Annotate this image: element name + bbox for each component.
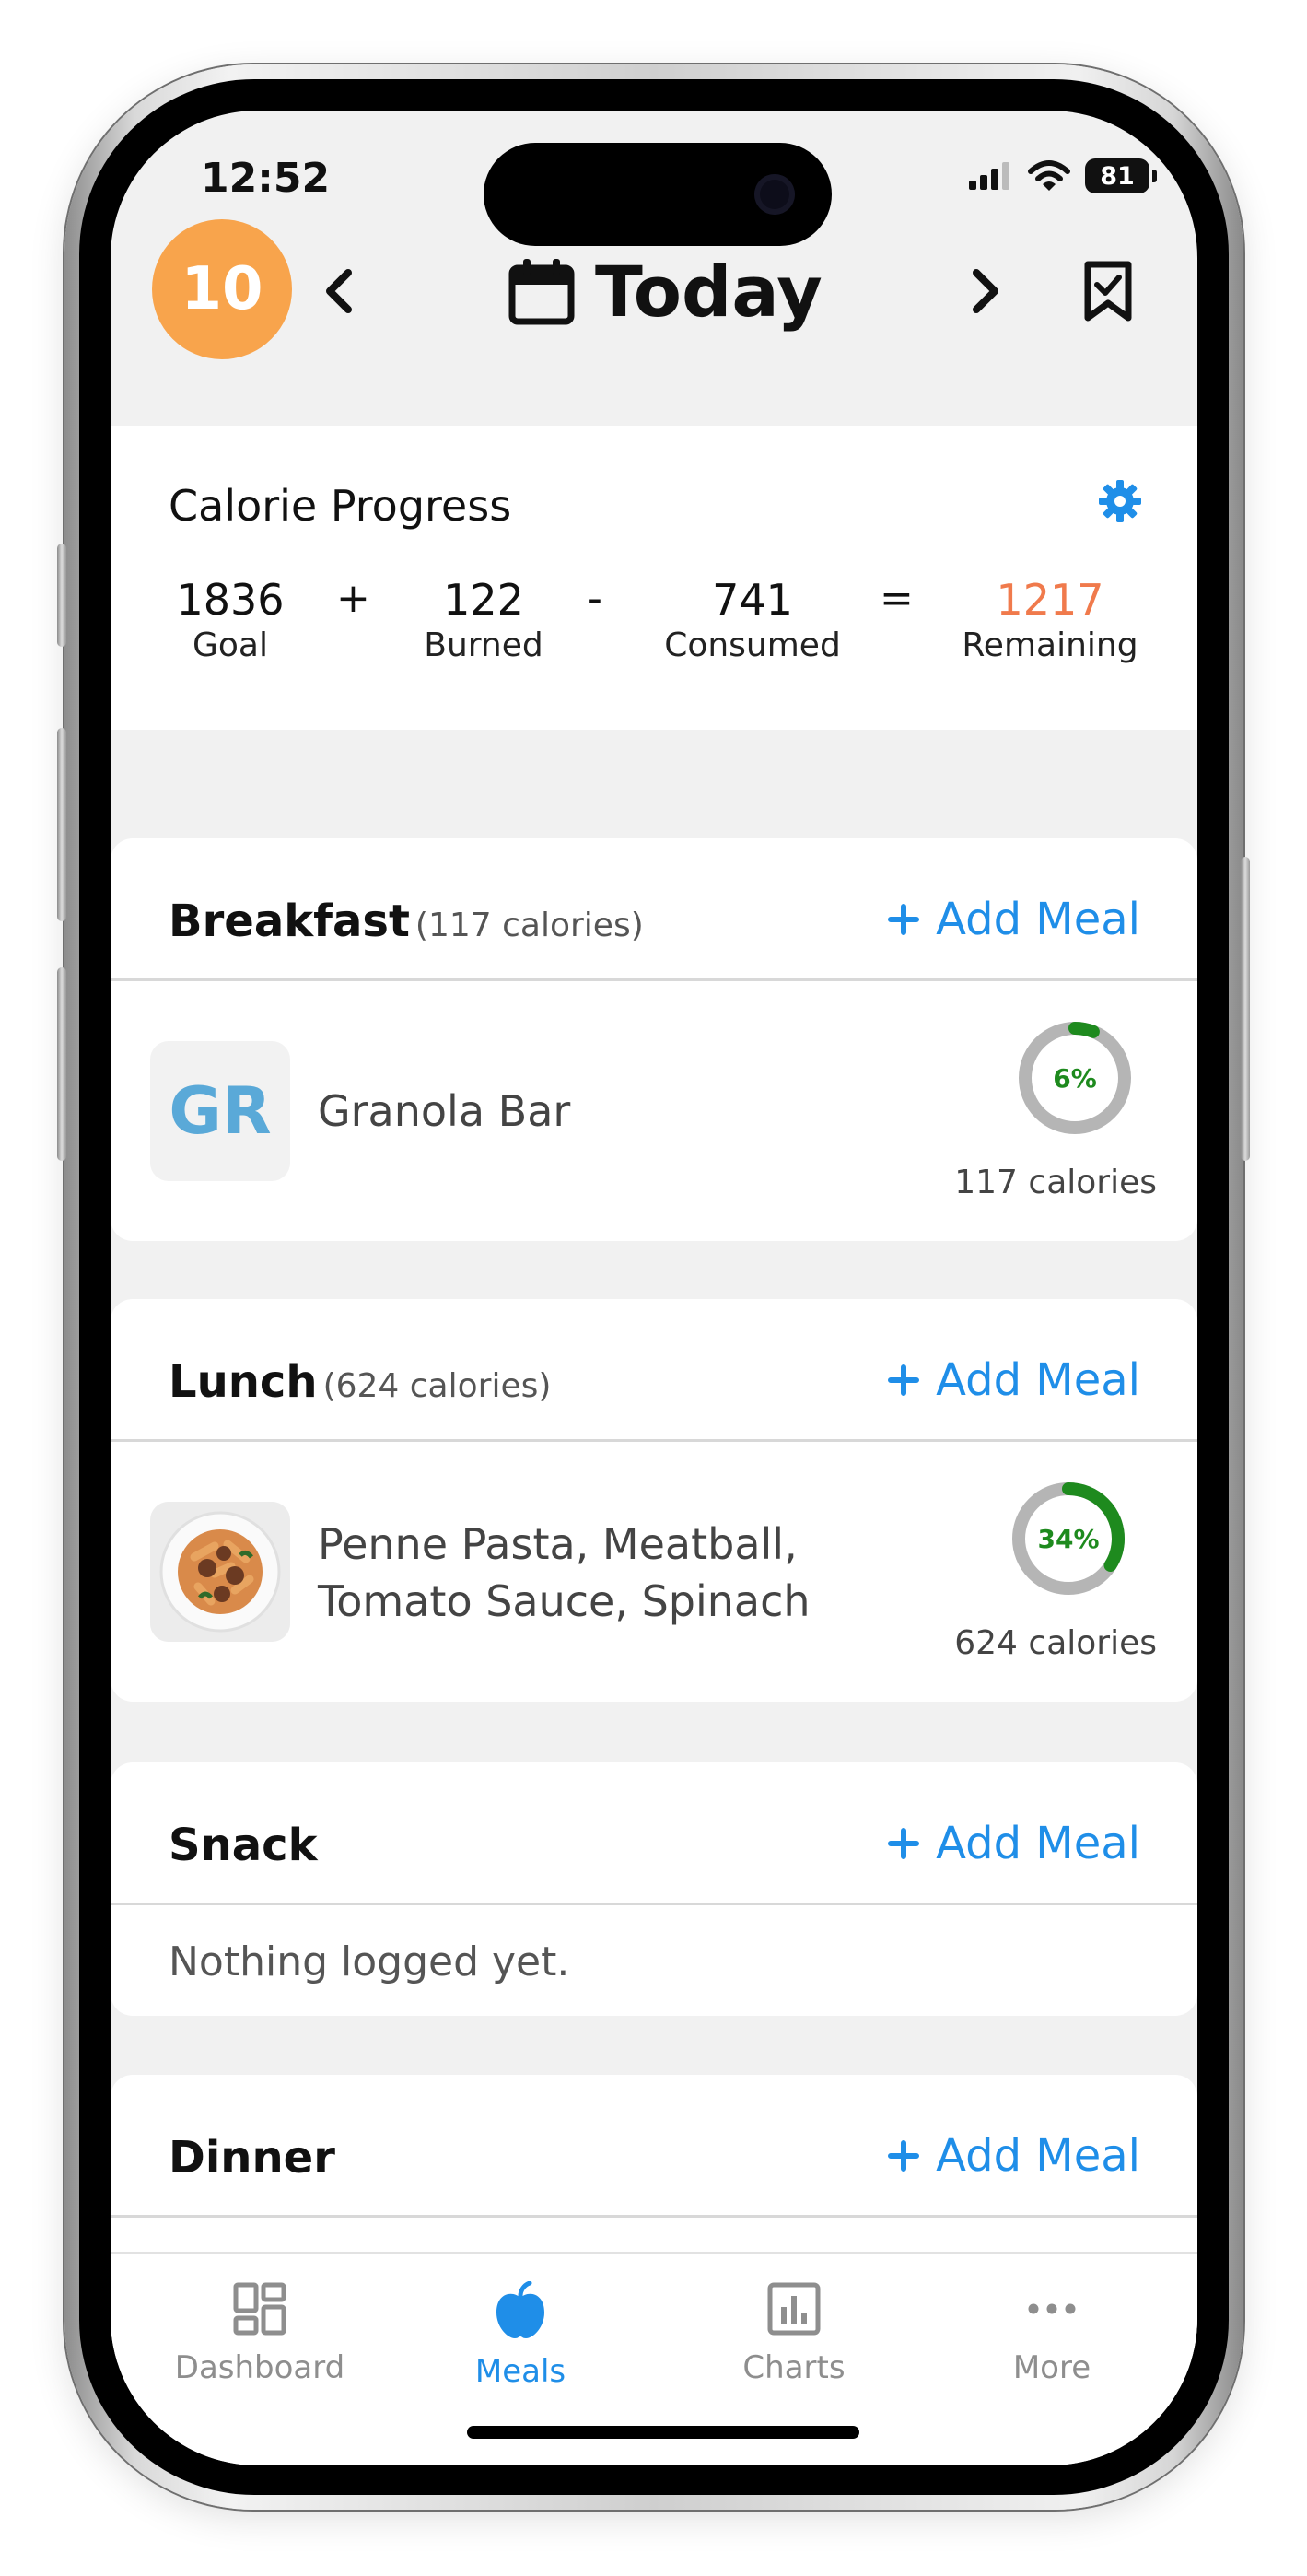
- food-photo: [150, 1502, 290, 1642]
- lunch-title: Lunch: [169, 1356, 318, 1408]
- bar-chart-icon: [767, 2282, 821, 2336]
- front-camera: [754, 174, 795, 215]
- apple-icon: [496, 2280, 544, 2338]
- remaining-stat: 1217 Remaining: [935, 575, 1165, 664]
- equals-operator: =: [880, 575, 914, 622]
- add-meal-label: Add Meal: [936, 1354, 1140, 1406]
- calorie-percent-ring: 34%: [1009, 1479, 1128, 1598]
- remaining-value: 1217: [996, 575, 1104, 625]
- tab-label: More: [1012, 2349, 1091, 2386]
- consumed-stat: 741 Consumed: [642, 575, 863, 664]
- consumed-value: 741: [712, 575, 793, 625]
- snack-header: Snack Add Meal: [111, 1762, 1197, 1905]
- plus-icon: [888, 1364, 920, 1396]
- snack-title: Snack: [169, 1820, 318, 1871]
- wifi-icon: [1028, 160, 1070, 191]
- add-lunch-button[interactable]: Add Meal: [888, 1354, 1140, 1406]
- add-snack-button[interactable]: Add Meal: [888, 1818, 1140, 1869]
- snack-card: Snack Add Meal Nothing logged yet.: [111, 1762, 1197, 2016]
- burned-label: Burned: [424, 626, 543, 664]
- lunch-header: Lunch (624 calories) Add Meal: [111, 1299, 1197, 1442]
- add-dinner-button[interactable]: Add Meal: [888, 2130, 1140, 2182]
- previous-day-icon[interactable]: [321, 269, 357, 313]
- consumed-label: Consumed: [664, 626, 841, 664]
- calendar-icon: [508, 258, 575, 324]
- dashboard-icon: [233, 2282, 286, 2336]
- lunch-calories: (624 calories): [322, 1367, 552, 1405]
- food-initials: GR: [169, 1073, 272, 1149]
- plus-operator: +: [336, 575, 370, 622]
- streak-count: 10: [181, 255, 263, 323]
- settings-gear-icon[interactable]: [1098, 479, 1142, 523]
- add-meal-label: Add Meal: [936, 894, 1140, 945]
- plus-icon: [888, 1828, 920, 1859]
- add-meal-label: Add Meal: [936, 2130, 1140, 2182]
- breakfast-card: Breakfast (117 calories) Add Meal GR Gran…: [111, 838, 1197, 1241]
- cellular-signal-icon: [969, 162, 1009, 190]
- battery-level: 81: [1100, 161, 1135, 191]
- breakfast-title: Breakfast: [169, 896, 410, 947]
- next-day-icon[interactable]: [967, 269, 1004, 313]
- volume-down-button: [57, 967, 66, 1161]
- dynamic-island: [484, 143, 832, 246]
- plus-icon: [888, 2140, 920, 2172]
- item-calories: 117 calories: [954, 1164, 1157, 1201]
- page-title: Today: [595, 251, 823, 333]
- goal-value: 1836: [176, 575, 285, 625]
- food-name-line-1: Penne Pasta, Meatball,: [318, 1519, 798, 1569]
- dinner-title: Dinner: [169, 2132, 335, 2184]
- empty-message: Nothing logged yet.: [169, 1938, 570, 1985]
- food-name: Granola Bar: [318, 1086, 571, 1136]
- breakfast-header: Breakfast (117 calories) Add Meal: [111, 838, 1197, 981]
- power-button: [1241, 857, 1250, 1161]
- tab-label: Meals: [474, 2353, 566, 2390]
- lunch-card: Lunch (624 calories) Add Meal Penne Past…: [111, 1299, 1197, 1702]
- food-thumbnail: GR: [150, 1041, 290, 1181]
- status-time: 12:52: [201, 155, 331, 202]
- tab-charts[interactable]: Charts: [688, 2281, 900, 2386]
- burned-stat: 122 Burned: [401, 575, 566, 664]
- dinner-header: Dinner Add Meal: [111, 2075, 1197, 2218]
- food-name: Penne Pasta, Meatball, Tomato Sauce, Spi…: [318, 1516, 811, 1630]
- goal-label: Goal: [193, 626, 268, 664]
- battery-indicator: 81: [1085, 158, 1157, 193]
- date-selector[interactable]: Today: [508, 251, 823, 333]
- percent-label: 34%: [1037, 1523, 1100, 1554]
- home-indicator[interactable]: [467, 2426, 859, 2439]
- volume-up-button: [57, 728, 66, 921]
- item-calories: 624 calories: [954, 1624, 1157, 1662]
- meal-title: Lunch (624 calories): [169, 1356, 551, 1408]
- streak-badge[interactable]: 10: [152, 219, 292, 359]
- bookmark-check-icon[interactable]: [1084, 261, 1132, 322]
- food-name-line-2: Tomato Sauce, Spinach: [318, 1576, 811, 1626]
- snack-empty-state: Nothing logged yet.: [111, 1905, 1197, 2016]
- breakfast-calories: (117 calories): [414, 907, 644, 944]
- add-meal-label: Add Meal: [936, 1818, 1140, 1869]
- minus-operator: -: [588, 575, 602, 622]
- list-item[interactable]: Penne Pasta, Meatball, Tomato Sauce, Spi…: [111, 1442, 1197, 1702]
- tab-meals[interactable]: Meals: [414, 2280, 626, 2390]
- tab-more[interactable]: More: [946, 2281, 1158, 2386]
- calorie-progress-card: Calorie Progress 1836 Goal + 122 Burned: [111, 426, 1197, 730]
- add-breakfast-button[interactable]: Add Meal: [888, 894, 1140, 945]
- calorie-percent-ring: 6%: [1015, 1018, 1135, 1138]
- more-icon: [1028, 2303, 1076, 2314]
- app-screen: 12:52 81 10 Today Calorie Progress 1836 …: [111, 111, 1197, 2465]
- burned-value: 122: [443, 575, 524, 625]
- percent-label: 6%: [1053, 1062, 1097, 1094]
- plus-icon: [888, 904, 920, 935]
- status-indicators: 81: [969, 158, 1157, 193]
- action-button: [57, 544, 66, 647]
- pasta-dish-image: [150, 1502, 290, 1642]
- tab-dashboard[interactable]: Dashboard: [154, 2281, 366, 2386]
- tab-label: Dashboard: [174, 2349, 345, 2386]
- meal-title: Breakfast (117 calories): [169, 896, 644, 947]
- goal-stat: 1836 Goal: [166, 575, 295, 664]
- remaining-label: Remaining: [962, 626, 1138, 664]
- calorie-progress-title: Calorie Progress: [169, 481, 512, 531]
- tab-label: Charts: [742, 2349, 846, 2386]
- list-item[interactable]: GR Granola Bar 6% 117 calories: [111, 981, 1197, 1241]
